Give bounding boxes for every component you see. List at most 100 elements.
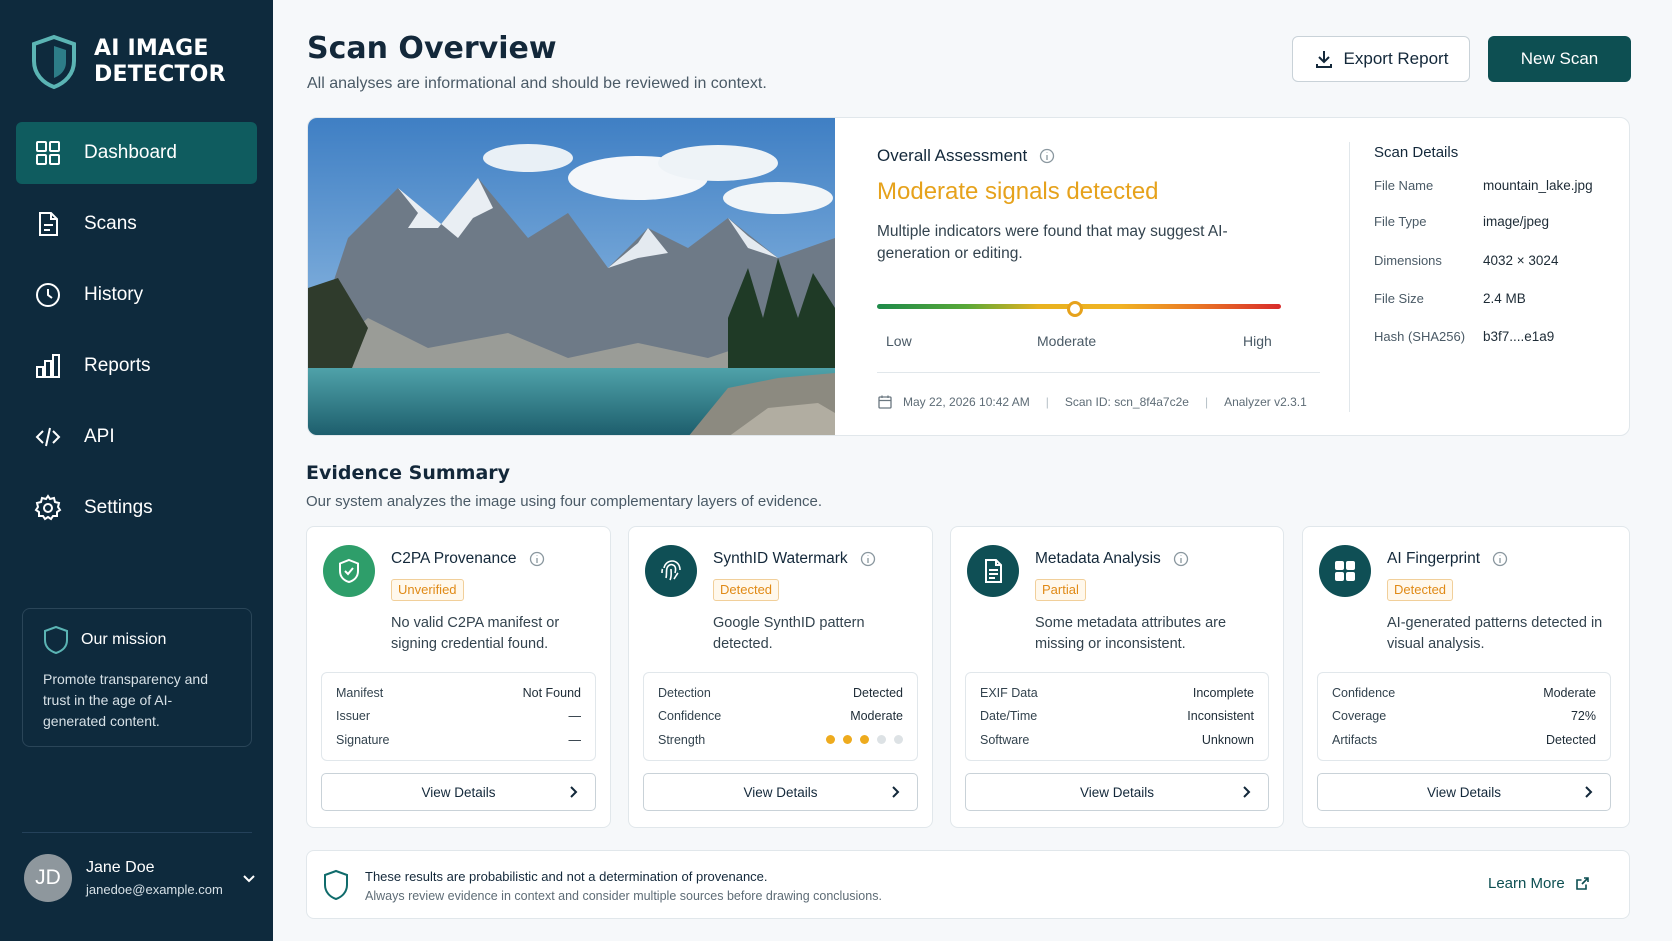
evidence-card-synthid: SynthID Watermark Detected Google SynthI… — [628, 526, 933, 828]
row-label: Strength — [658, 732, 706, 747]
card-title: AI Fingerprint — [1387, 550, 1481, 567]
row-label: Software — [980, 732, 1030, 747]
info-icon[interactable] — [529, 551, 545, 567]
card-details-table: Confidence Moderate Coverage 72% Artifacts… — [1317, 672, 1611, 761]
status-badge: Detected — [713, 579, 780, 601]
row-value: Moderate — [1543, 685, 1596, 700]
chevron-right-icon — [570, 786, 578, 798]
table-row: Artifacts Detected — [1332, 728, 1596, 752]
sidebar-item-label: Scans — [84, 213, 137, 234]
sidebar-item-reports[interactable]: Reports — [16, 335, 257, 397]
meta-separator: | — [1204, 395, 1209, 409]
download-icon — [1315, 51, 1332, 68]
card-title: SynthID Watermark — [713, 550, 848, 567]
status-badge: Detected — [1387, 579, 1454, 601]
brand-line-1: AI IMAGE — [94, 36, 209, 61]
sidebar-item-history[interactable]: History — [16, 264, 257, 326]
meter-moderate-label: Moderate — [1037, 333, 1097, 349]
card-description: Google SynthID pattern detected. — [713, 615, 865, 652]
gear-icon — [34, 494, 62, 521]
new-scan-button[interactable]: New Scan — [1488, 36, 1631, 82]
card-title: Metadata Analysis — [1035, 550, 1161, 567]
assessment-description: Multiple indicators were found that may … — [877, 223, 1228, 262]
row-label: Confidence — [1332, 685, 1396, 700]
detail-label: Dimensions — [1374, 253, 1442, 268]
row-label: Artifacts — [1332, 732, 1378, 747]
view-details-label: View Details — [743, 784, 818, 800]
sidebar-item-label: Dashboard — [84, 142, 177, 163]
shield-icon — [324, 869, 348, 901]
view-details-label: View Details — [421, 784, 496, 800]
strength-dot — [877, 735, 886, 745]
row-value: Inconsistent — [1187, 709, 1254, 724]
sidebar-item-dashboard[interactable]: Dashboard — [16, 122, 257, 184]
card-description: No valid C2PA manifest or signing creden… — [391, 615, 560, 652]
status-badge: Partial — [1035, 579, 1086, 601]
strength-dot — [860, 735, 869, 745]
disclaimer-notice: These results are probabilistic and not … — [306, 850, 1630, 919]
assessment-label: Overall Assessment — [877, 146, 1028, 165]
row-value: 72% — [1570, 709, 1596, 724]
info-icon[interactable] — [860, 551, 876, 567]
scan-date: May 22, 2026 10:42 AM — [903, 395, 1030, 409]
view-details-button[interactable]: View Details — [321, 773, 596, 811]
row-label: EXIF Data — [980, 685, 1038, 700]
user-menu[interactable]: JD Jane Doe janedoe@example.com — [24, 854, 257, 902]
brand-logo[interactable]: AI IMAGE DETECTOR — [30, 34, 226, 90]
row-label: Confidence — [658, 709, 722, 724]
info-icon[interactable] — [1039, 148, 1055, 164]
view-details-button[interactable]: View Details — [1317, 773, 1611, 811]
user-name: Jane Doe — [86, 859, 155, 876]
row-value: Moderate — [850, 709, 903, 724]
chevron-down-icon[interactable] — [241, 870, 257, 886]
mission-panel: Our mission Promote transparency and tru… — [22, 608, 252, 747]
user-email: janedoe@example.com — [86, 882, 223, 897]
sidebar-item-scans[interactable]: Scans — [16, 193, 257, 255]
scan-details-title: Scan Details — [1374, 144, 1459, 161]
sidebar: AI IMAGE DETECTOR Dashboard Scans Histor… — [0, 0, 273, 941]
table-row: Detection Detected — [658, 681, 903, 705]
table-row: Issuer — — [336, 705, 581, 729]
risk-meter-indicator — [1066, 301, 1083, 317]
table-row: Strength — [658, 728, 903, 752]
avatar: JD — [24, 854, 72, 902]
page-subtitle: All analyses are informational and shoul… — [307, 75, 767, 92]
view-details-label: View Details — [1426, 784, 1502, 800]
table-row: Coverage 72% — [1332, 705, 1596, 729]
row-value: Detected — [1545, 732, 1596, 747]
meta-separator: | — [1045, 395, 1049, 409]
learn-more-label: Learn More — [1488, 875, 1565, 892]
export-report-button[interactable]: Export Report — [1292, 36, 1470, 82]
learn-more-link[interactable]: Learn More — [1488, 875, 1590, 892]
view-details-button[interactable]: View Details — [643, 773, 918, 811]
mission-text: Promote transparency and trust in the ag… — [43, 671, 208, 729]
detail-value: mountain_lake.jpg — [1483, 178, 1593, 193]
row-label: Signature — [336, 732, 390, 747]
row-value: Unknown — [1201, 732, 1254, 747]
info-icon[interactable] — [1173, 551, 1189, 567]
sidebar-item-label: API — [84, 426, 115, 447]
notice-sub-text: Always review evidence in context and co… — [365, 889, 882, 903]
row-value: Detected — [852, 685, 903, 700]
strength-dot — [843, 735, 852, 745]
overview-card: Overall Assessment Moderate signals dete… — [307, 117, 1630, 436]
sidebar-item-label: History — [84, 284, 144, 305]
sidebar-item-api[interactable]: API — [16, 406, 257, 468]
bar-chart-icon — [36, 354, 60, 378]
detail-value: 2.4 MB — [1483, 291, 1526, 306]
notice-main-text: These results are probabilistic and not … — [365, 869, 768, 884]
clock-icon — [36, 283, 60, 307]
shield-logo-icon — [32, 34, 76, 90]
page-title: Scan Overview — [307, 31, 557, 66]
scan-id: Scan ID: scn_8f4a7c2e — [1064, 395, 1189, 409]
sidebar-item-settings[interactable]: Settings — [16, 477, 257, 539]
view-details-button[interactable]: View Details — [965, 773, 1269, 811]
info-icon[interactable] — [1492, 551, 1508, 567]
status-badge: Unverified — [391, 579, 464, 601]
evidence-title: Evidence Summary — [306, 462, 511, 484]
strength-dot — [826, 735, 835, 745]
scanned-image[interactable] — [308, 118, 835, 436]
detail-label: File Type — [1374, 214, 1427, 229]
detail-value: image/jpeg — [1483, 214, 1550, 229]
row-label: Detection — [658, 685, 711, 700]
